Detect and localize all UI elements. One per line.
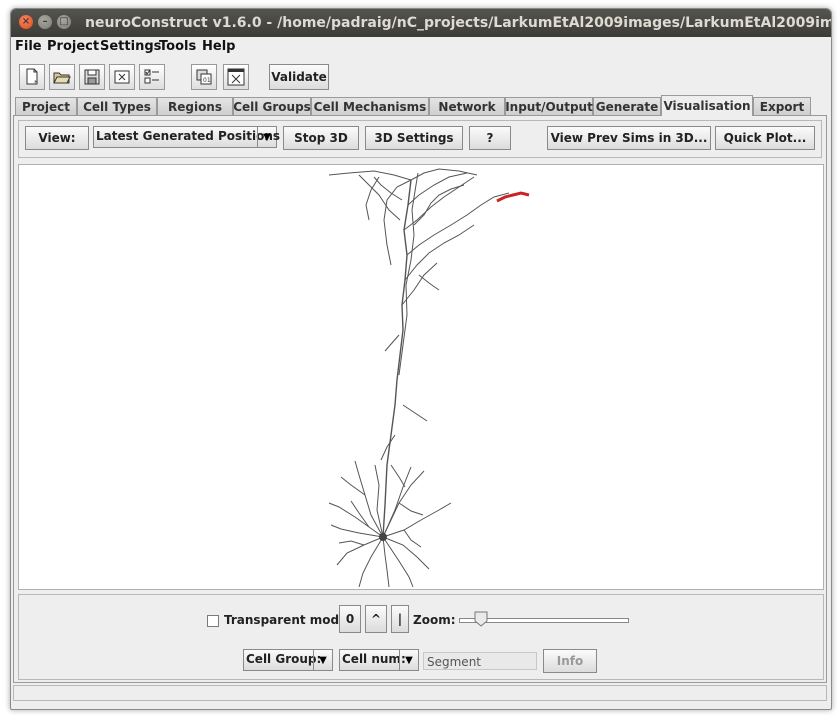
generate-icon[interactable]: 01 bbox=[191, 64, 217, 90]
transparent-mode-checkbox[interactable] bbox=[207, 615, 219, 627]
window-title: neuroConstruct v1.6.0 - /home/padraig/nC… bbox=[85, 15, 832, 31]
cell-num-select[interactable]: Cell num: ▼ bbox=[339, 649, 419, 671]
reset-zero-button[interactable]: 0 bbox=[339, 605, 361, 633]
minimize-icon[interactable]: – bbox=[38, 15, 52, 29]
highlighted-segment bbox=[496, 191, 530, 203]
main-tabs: Project Cell Types Regions Cell Groups C… bbox=[15, 95, 827, 116]
tab-cell-types[interactable]: Cell Types bbox=[77, 97, 157, 115]
zoom-slider-thumb[interactable] bbox=[474, 611, 488, 627]
stop-3d-button[interactable]: Stop 3D bbox=[283, 126, 359, 150]
view-select[interactable]: Latest Generated Positions ▼ bbox=[93, 126, 281, 148]
save-project-icon[interactable] bbox=[79, 64, 105, 90]
open-project-icon[interactable] bbox=[49, 64, 75, 90]
soma bbox=[379, 533, 387, 541]
quick-plot-button[interactable]: Quick Plot... bbox=[715, 126, 815, 150]
menu-settings[interactable]: Settings bbox=[100, 39, 161, 54]
menu-file[interactable]: File bbox=[15, 39, 42, 54]
chevron-down-icon: ▼ bbox=[257, 127, 276, 147]
tab-project[interactable]: Project bbox=[15, 97, 77, 115]
view-prev-sims-button[interactable]: View Prev Sims in 3D... bbox=[547, 126, 711, 150]
view-controls: Transparent mode 0 ^ | Zoom: Cell Group:… bbox=[18, 594, 824, 680]
project-properties-icon[interactable] bbox=[139, 64, 165, 90]
tab-export[interactable]: Export bbox=[753, 97, 811, 115]
cell-group-label: Cell Group: bbox=[246, 652, 322, 666]
view-button[interactable]: View: bbox=[25, 126, 89, 150]
chevron-down-icon: ▼ bbox=[399, 650, 418, 670]
cell-num-label: Cell num: bbox=[342, 652, 406, 666]
tab-input-output[interactable]: Input/Output bbox=[505, 97, 593, 115]
zoom-slider[interactable] bbox=[459, 611, 629, 627]
tab-cell-groups[interactable]: Cell Groups bbox=[233, 97, 311, 115]
chevron-down-icon: ▼ bbox=[313, 650, 332, 670]
cell-group-select[interactable]: Cell Group: ▼ bbox=[243, 649, 333, 671]
3d-settings-button[interactable]: 3D Settings bbox=[365, 126, 463, 150]
menu-bar: File Project Settings Tools Help bbox=[11, 37, 831, 57]
3d-view-canvas[interactable] bbox=[18, 164, 824, 590]
menu-help[interactable]: Help bbox=[202, 39, 235, 54]
tab-visualisation[interactable]: Visualisation bbox=[661, 95, 753, 116]
svg-text:*: * bbox=[34, 79, 38, 86]
tab-regions[interactable]: Regions bbox=[157, 97, 233, 115]
help-button[interactable]: ? bbox=[469, 126, 511, 150]
close-window-icon[interactable] bbox=[223, 64, 249, 90]
status-bar bbox=[13, 685, 827, 701]
menu-project[interactable]: Project bbox=[47, 39, 99, 54]
app-window: × – □ neuroConstruct v1.6.0 - /home/padr… bbox=[10, 8, 832, 710]
toolbar: * 01 Validate bbox=[11, 61, 831, 95]
close-project-icon[interactable] bbox=[109, 64, 135, 90]
tab-generate[interactable]: Generate bbox=[593, 97, 661, 115]
maximize-icon[interactable]: □ bbox=[57, 15, 71, 29]
title-bar: × – □ neuroConstruct v1.6.0 - /home/padr… bbox=[11, 9, 831, 37]
transparent-mode-label: Transparent mode bbox=[224, 613, 348, 627]
info-button[interactable]: Info bbox=[543, 649, 597, 673]
svg-text:01: 01 bbox=[203, 77, 211, 84]
visualisation-panel: View: Latest Generated Positions ▼ Stop … bbox=[13, 115, 827, 683]
neuron-morphology bbox=[328, 168, 530, 588]
validate-button[interactable]: Validate bbox=[269, 64, 329, 90]
view-up-button[interactable]: ^ bbox=[365, 605, 387, 633]
close-icon[interactable]: × bbox=[19, 15, 33, 29]
menu-tools[interactable]: Tools bbox=[159, 39, 196, 54]
segment-field[interactable]: Segment bbox=[423, 652, 537, 670]
new-project-icon[interactable]: * bbox=[19, 64, 45, 90]
tab-network[interactable]: Network bbox=[429, 97, 505, 115]
tab-cell-mechanisms[interactable]: Cell Mechanisms bbox=[311, 97, 429, 115]
view-select-value: Latest Generated Positions bbox=[96, 129, 281, 143]
view-toolbar: View: Latest Generated Positions ▼ Stop … bbox=[18, 120, 822, 158]
view-bar-button[interactable]: | bbox=[391, 605, 409, 633]
zoom-label: Zoom: bbox=[413, 613, 456, 627]
